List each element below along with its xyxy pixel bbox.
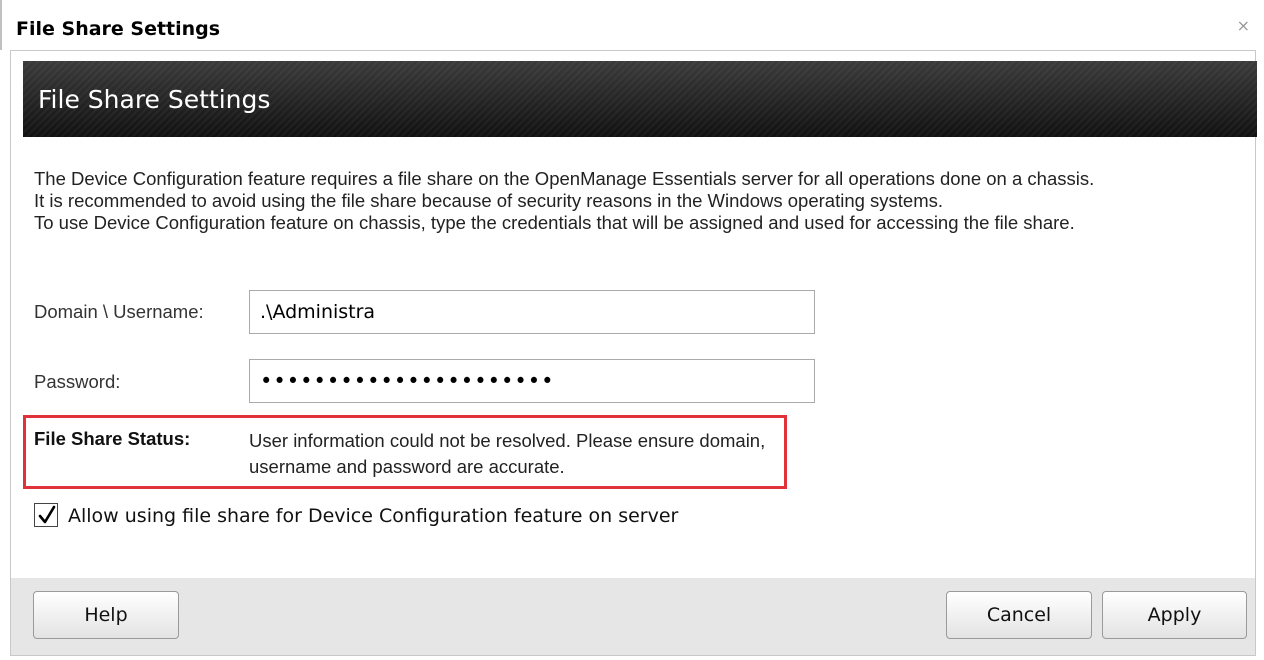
help-button[interactable]: Help xyxy=(33,591,179,639)
password-field[interactable]: •••••••••••••••••••••• xyxy=(249,359,815,403)
password-label: Password: xyxy=(34,371,121,392)
description-line-3: To use Device Configuration feature on c… xyxy=(34,212,1075,233)
checkmark-icon xyxy=(38,505,56,524)
description-line-2: It is recommended to avoid using the fil… xyxy=(34,190,944,211)
dialog-header: File Share Settings xyxy=(23,61,1257,137)
header-title: File Share Settings xyxy=(38,85,271,114)
window-titlebar: File Share Settings ⨯ xyxy=(0,0,1264,50)
allow-file-share-label[interactable]: Allow using file share for Device Config… xyxy=(68,505,678,527)
apply-button[interactable]: Apply xyxy=(1102,591,1247,639)
window-title: File Share Settings xyxy=(16,18,221,40)
file-share-status-label: File Share Status: xyxy=(34,428,191,449)
file-share-status-message: User information could not be resolved. … xyxy=(249,430,766,477)
description: The Device Configuration feature require… xyxy=(34,168,1249,234)
close-icon[interactable]: ⨯ xyxy=(1237,18,1250,34)
description-line-1: The Device Configuration feature require… xyxy=(34,168,1095,189)
username-label: Domain \ Username: xyxy=(34,301,204,322)
dialog-frame xyxy=(10,50,1256,656)
username-field[interactable]: .\Administra xyxy=(249,290,815,334)
cancel-button[interactable]: Cancel xyxy=(946,591,1092,639)
allow-file-share-checkbox[interactable] xyxy=(34,503,58,527)
